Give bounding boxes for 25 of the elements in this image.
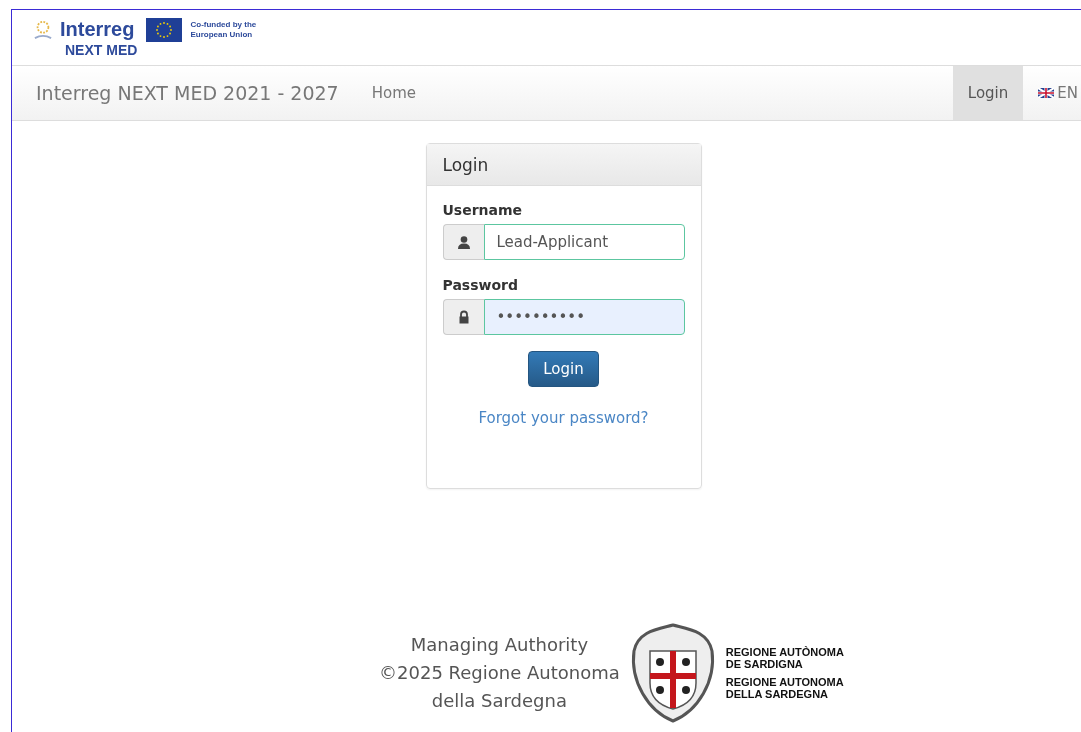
field-label: Username — [442, 202, 524, 218]
uk-flag-icon — [1038, 88, 1055, 98]
region-name-text: REGIONE AUTÒNOMA — [725, 646, 844, 658]
nav-link[interactable]: Home — [356, 66, 431, 120]
person-icon — [456, 235, 471, 249]
username-field[interactable]: Lead-Applicant — [483, 224, 685, 260]
region-name-text: DE SARDIGNA — [725, 658, 804, 670]
field-label: Password — [442, 277, 519, 293]
logo-subtitle: NEXT MED — [65, 41, 139, 58]
panel-title: Login — [442, 154, 489, 175]
forgot-password-link[interactable]: Forgot your password? — [478, 409, 649, 427]
eu-flag-icon — [146, 17, 183, 42]
sun-logo-icon — [34, 18, 52, 41]
login-button[interactable]: Login — [528, 351, 599, 387]
region-name-text: REGIONE AUTONOMA — [725, 676, 844, 688]
footer-text: ©2025 Regione Autonoma — [379, 661, 620, 685]
footer-text: Managing Authority — [410, 633, 589, 657]
region-name-text: DELLA SARDEGNA — [725, 688, 830, 700]
logo-wordmark: Interreg — [60, 18, 135, 41]
brand-link[interactable]: Interreg NEXT MED 2021 - 2027 — [36, 66, 357, 120]
footer-text: della Sardegna — [431, 689, 567, 713]
nav-link[interactable]: Login — [952, 66, 1024, 120]
eu-cofunded-text: Co-funded by the European Union — [190, 19, 258, 40]
language-link[interactable]: EN — [1023, 66, 1081, 120]
password-field[interactable]: •••••••••• — [483, 299, 685, 335]
